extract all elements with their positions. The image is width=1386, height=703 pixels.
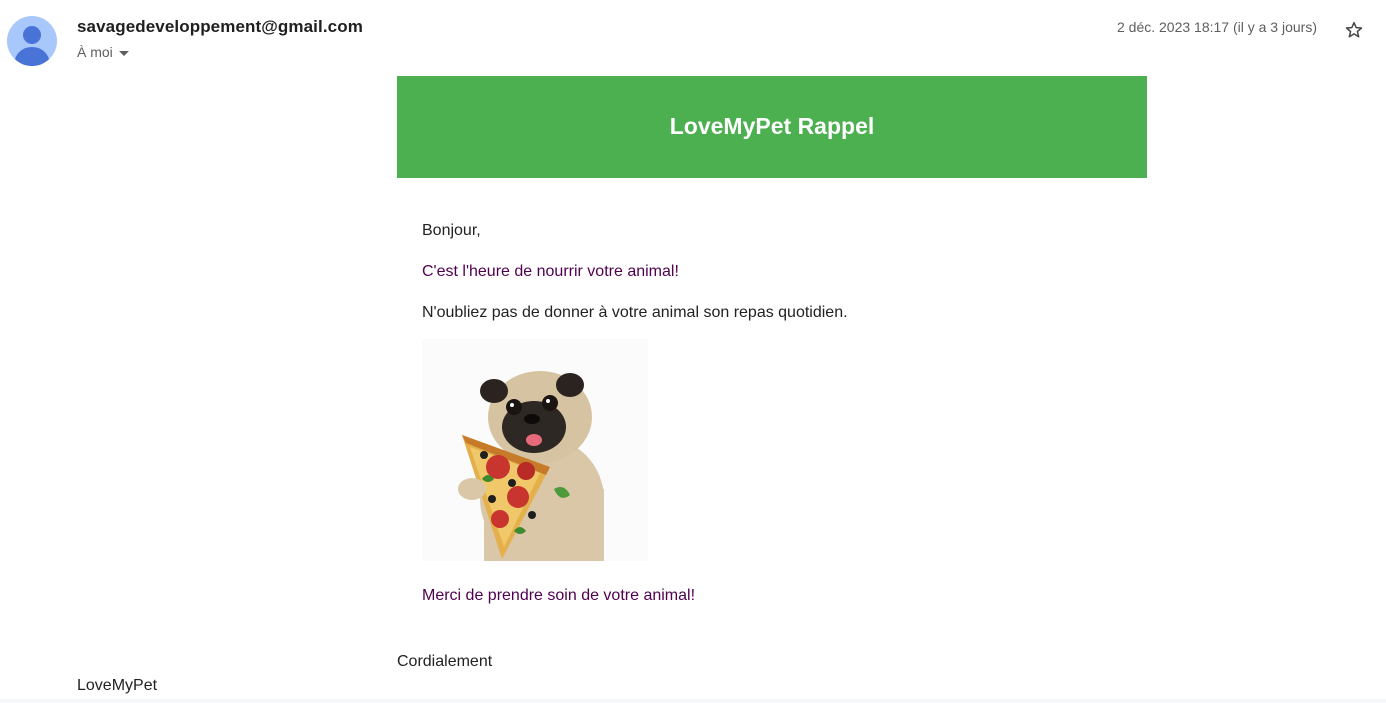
recipient-dropdown[interactable]: À moi <box>77 44 129 60</box>
reminder-text: N'oubliez pas de donner à votre animal s… <box>422 304 848 321</box>
recipient-label: À moi <box>77 44 113 60</box>
email-view: savagedeveloppement@gmail.com À moi 2 dé… <box>0 0 1386 703</box>
banner-title: LoveMyPet Rappel <box>669 112 875 139</box>
email-banner: LoveMyPet Rappel <box>397 76 1147 178</box>
headline-text: C'est l'heure de nourrir votre animal! <box>422 263 679 280</box>
sender-avatar[interactable] <box>7 16 57 66</box>
person-icon <box>14 26 50 66</box>
chevron-down-icon <box>118 50 129 56</box>
thanks-text: Merci de prendre soin de votre animal! <box>422 587 696 604</box>
signature-text: LoveMyPet <box>77 677 158 694</box>
bottom-divider <box>0 699 1386 703</box>
star-button[interactable] <box>1341 17 1367 43</box>
pug-pizza-illustration <box>458 371 604 561</box>
pug-pizza-image[interactable] <box>422 339 648 561</box>
email-date[interactable]: 2 déc. 2023 18:17 (il y a 3 jours) <box>1117 19 1317 35</box>
star-outline-icon <box>1345 21 1363 38</box>
closing-text: Cordialement <box>397 653 493 670</box>
sender-address[interactable]: savagedeveloppement@gmail.com <box>77 17 363 37</box>
greeting-text: Bonjour, <box>422 222 481 239</box>
